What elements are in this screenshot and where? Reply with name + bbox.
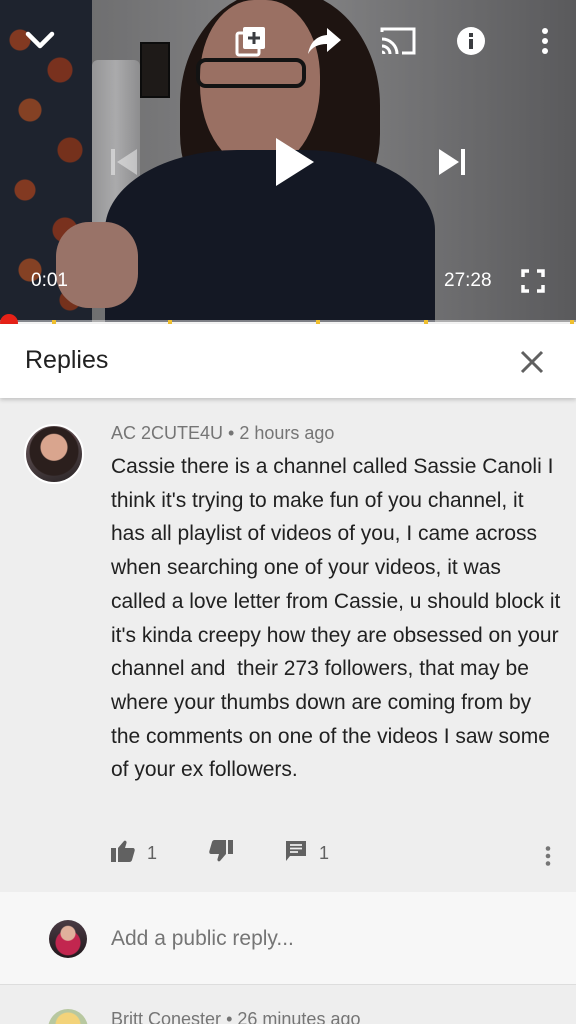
info-icon[interactable] xyxy=(452,22,490,60)
video-player[interactable]: 0:01 27:28 xyxy=(0,0,576,322)
more-vert-icon[interactable] xyxy=(530,22,560,60)
replies-header: Replies xyxy=(0,324,576,398)
comment-meta: AC 2CUTE4U • 2 hours ago xyxy=(111,423,334,444)
chevron-down-icon[interactable] xyxy=(20,20,60,60)
close-icon[interactable] xyxy=(516,346,548,378)
comment: AC 2CUTE4U • 2 hours ago Cassie there is… xyxy=(0,398,576,890)
add-reply-bar xyxy=(0,892,576,985)
like-button[interactable]: 1 xyxy=(111,840,157,867)
comment-icon xyxy=(285,840,307,867)
fullscreen-icon[interactable] xyxy=(518,266,548,296)
reply-count: 1 xyxy=(319,843,330,863)
current-time: 0:01 xyxy=(31,270,68,291)
skip-next-icon[interactable] xyxy=(432,142,472,182)
comment-author[interactable]: Britt Conester xyxy=(111,1009,221,1024)
play-icon[interactable] xyxy=(266,130,322,194)
next-comment: Britt Conester • 26 minutes ago xyxy=(0,985,576,1024)
share-icon[interactable] xyxy=(304,22,346,60)
meta-separator: • xyxy=(228,423,235,443)
skip-previous-icon[interactable] xyxy=(104,142,144,182)
reply-input[interactable] xyxy=(111,925,531,953)
meta-separator: • xyxy=(226,1009,233,1024)
reply-button[interactable]: 1 xyxy=(285,840,329,867)
replies-title: Replies xyxy=(25,346,109,374)
comment-author[interactable]: AC 2CUTE4U xyxy=(111,423,223,443)
duration: 27:28 xyxy=(444,270,492,291)
comment-time: 26 minutes ago xyxy=(237,1009,361,1024)
avatar[interactable] xyxy=(24,424,84,484)
comment-time: 2 hours ago xyxy=(239,423,335,443)
comment-text: Cassie there is a channel called Sassie … xyxy=(111,455,567,782)
dislike-button[interactable] xyxy=(209,840,233,867)
avatar[interactable] xyxy=(48,1009,88,1024)
thumb-up-icon xyxy=(111,840,135,867)
more-vert-icon[interactable] xyxy=(538,842,558,870)
comment-meta: Britt Conester • 26 minutes ago xyxy=(111,1009,360,1024)
avatar xyxy=(49,920,87,958)
cast-icon[interactable] xyxy=(378,22,418,60)
thumb-down-icon xyxy=(209,840,233,867)
like-count: 1 xyxy=(147,843,158,863)
playlist-add-icon[interactable] xyxy=(232,22,270,60)
